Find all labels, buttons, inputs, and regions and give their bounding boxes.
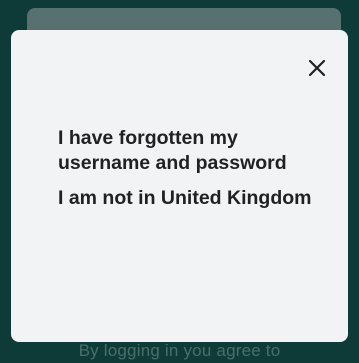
not-in-uk-link[interactable]: I am not in United Kingdom [58,186,328,211]
close-button[interactable] [303,54,331,82]
close-icon [308,59,326,77]
options-list: I have forgotten my username and passwor… [58,126,328,211]
app-screen: By logging in you agree to I have forgot… [0,0,359,363]
terms-text: By logging in you agree to [78,341,281,360]
forgotten-credentials-link[interactable]: I have forgotten my username and passwor… [58,126,328,176]
help-options-dialog: I have forgotten my username and passwor… [11,30,348,342]
